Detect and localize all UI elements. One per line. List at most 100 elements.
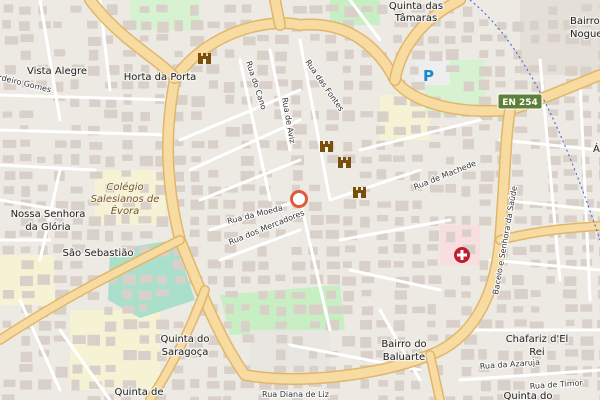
building-block bbox=[275, 290, 286, 299]
building-block bbox=[293, 170, 303, 181]
building-block bbox=[207, 366, 217, 378]
building-block bbox=[122, 289, 133, 299]
building-block bbox=[581, 4, 592, 12]
building-block bbox=[342, 96, 352, 105]
building-block bbox=[20, 50, 31, 60]
building-block bbox=[53, 275, 67, 284]
building-block bbox=[563, 169, 575, 176]
building-block bbox=[291, 95, 301, 105]
building-block bbox=[54, 49, 66, 57]
building-block bbox=[412, 200, 422, 210]
building-block bbox=[480, 34, 493, 42]
location-marker-icon[interactable] bbox=[290, 190, 308, 208]
building-block bbox=[88, 36, 101, 47]
building-block bbox=[208, 169, 219, 178]
building-block bbox=[293, 304, 307, 314]
building-block bbox=[87, 334, 100, 346]
building-block bbox=[479, 66, 492, 77]
castle-icon[interactable] bbox=[198, 53, 211, 64]
building-block bbox=[325, 229, 340, 239]
building-block bbox=[21, 186, 31, 197]
building-block bbox=[21, 291, 35, 299]
building-block bbox=[309, 230, 323, 239]
place-quinta-de: Quinta de bbox=[114, 387, 163, 398]
building-block bbox=[393, 126, 406, 136]
building-block bbox=[138, 290, 152, 301]
building-block bbox=[207, 21, 220, 28]
building-block bbox=[206, 64, 220, 74]
building-block bbox=[174, 20, 183, 32]
building-block bbox=[258, 261, 269, 270]
building-block bbox=[461, 35, 472, 43]
road-shield-en254: EN 254 bbox=[497, 93, 543, 110]
place-horta-da-porta: Horta da Porta bbox=[124, 72, 197, 83]
building-block bbox=[138, 125, 148, 132]
map-view[interactable]: Quinta das Tâmaras Bairro Nogue Vista Al… bbox=[0, 0, 600, 400]
castle-icon[interactable] bbox=[338, 157, 351, 168]
building-block bbox=[461, 366, 472, 377]
building-block bbox=[38, 320, 52, 331]
building-block bbox=[548, 109, 559, 116]
building-block bbox=[376, 214, 388, 222]
building-block bbox=[70, 261, 83, 269]
building-block bbox=[427, 334, 439, 342]
building-block bbox=[71, 379, 80, 391]
building-block bbox=[342, 261, 352, 268]
building-block bbox=[582, 110, 592, 119]
building-block bbox=[207, 350, 219, 358]
building-block bbox=[546, 276, 555, 284]
building-block bbox=[174, 50, 183, 58]
building-block bbox=[223, 396, 232, 400]
street-rua-de-timor: Rua de Timor bbox=[530, 378, 584, 391]
building-block bbox=[580, 259, 593, 266]
building-block bbox=[54, 140, 67, 148]
building-block bbox=[462, 395, 473, 400]
parking-icon[interactable]: P bbox=[423, 67, 434, 85]
building-block bbox=[361, 306, 374, 316]
building-block bbox=[512, 275, 524, 286]
place-bairro-baluarte-2: Baluarte bbox=[383, 352, 425, 363]
building-block bbox=[257, 64, 268, 76]
building-block bbox=[293, 365, 305, 373]
building-block bbox=[360, 336, 372, 348]
building-block bbox=[480, 155, 492, 163]
building-block bbox=[444, 289, 456, 298]
building-block bbox=[274, 365, 287, 373]
building-block bbox=[88, 216, 102, 226]
building-block bbox=[513, 381, 525, 390]
building-block bbox=[140, 274, 153, 283]
building-block bbox=[427, 259, 438, 266]
building-block bbox=[240, 276, 251, 284]
building-block bbox=[445, 396, 456, 400]
building-block bbox=[208, 80, 218, 89]
building-block bbox=[461, 291, 471, 298]
building-block bbox=[445, 156, 455, 165]
hospital-icon[interactable] bbox=[454, 247, 470, 263]
building-block bbox=[140, 21, 152, 31]
building-block bbox=[241, 155, 254, 166]
building-block bbox=[461, 215, 471, 225]
building-block bbox=[19, 154, 32, 162]
building-block bbox=[564, 246, 574, 256]
building-block bbox=[121, 231, 133, 241]
building-block bbox=[223, 380, 236, 391]
building-block bbox=[342, 336, 355, 347]
castle-icon[interactable] bbox=[353, 187, 366, 198]
building-block bbox=[292, 276, 307, 284]
building-block bbox=[514, 126, 528, 134]
castle-icon[interactable] bbox=[320, 141, 333, 152]
building-block bbox=[325, 34, 337, 44]
building-block bbox=[343, 290, 355, 302]
building-block bbox=[565, 304, 578, 312]
building-block bbox=[444, 21, 456, 29]
building-block bbox=[479, 199, 491, 206]
building-block bbox=[2, 139, 17, 148]
building-block bbox=[292, 110, 302, 118]
place-bairro-baluarte-1: Bairro do bbox=[381, 339, 426, 350]
building-block bbox=[87, 20, 98, 29]
building-block bbox=[325, 214, 340, 224]
building-block bbox=[275, 274, 286, 282]
building-block bbox=[462, 126, 473, 137]
building-block bbox=[54, 260, 63, 270]
building-block bbox=[444, 35, 456, 45]
